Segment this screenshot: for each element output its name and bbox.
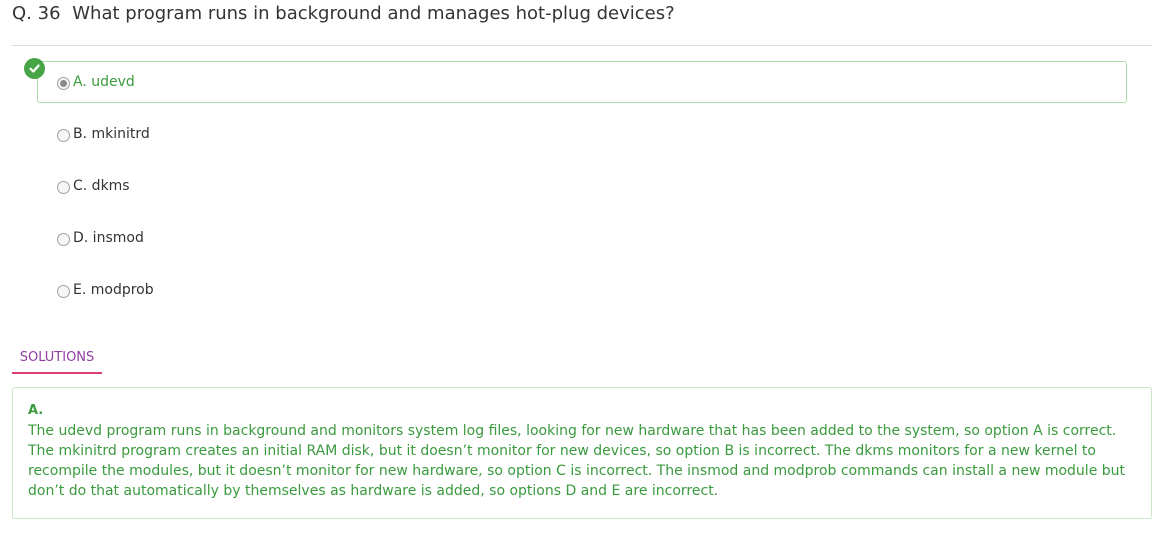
option-d[interactable]: D. insmod (37, 217, 1127, 259)
option-c[interactable]: C. dkms (37, 165, 1127, 207)
option-b-label: B. mkinitrd (73, 126, 150, 142)
option-e-label: E. modprob (73, 282, 154, 298)
solution-answer: A. (28, 403, 44, 418)
question-heading: Q. 36 What program runs in background an… (12, 3, 675, 24)
option-e[interactable]: E. modprob (37, 269, 1127, 311)
question-text: What program runs in background and mana… (72, 3, 675, 24)
solution-panel: A. The udevd program runs in background … (12, 387, 1152, 519)
solution-explanation: The udevd program runs in background and… (28, 423, 1126, 499)
answer-options: A. udevd B. mkinitrd C. dkms D. insmod E… (24, 58, 1127, 321)
question-number: Q. 36 (12, 3, 61, 24)
option-c-radio[interactable] (57, 180, 70, 194)
option-d-radio[interactable] (57, 232, 70, 246)
option-e-radio[interactable] (57, 284, 70, 298)
tab-solutions[interactable]: SOLUTIONS (12, 348, 102, 374)
question-divider (12, 45, 1152, 46)
option-b[interactable]: B. mkinitrd (37, 113, 1127, 155)
quiz-page: Q. 36 What program runs in background an… (0, 0, 1172, 533)
check-circle-icon (24, 58, 45, 79)
option-a[interactable]: A. udevd (24, 58, 1127, 103)
option-b-radio[interactable] (57, 128, 70, 142)
option-d-label: D. insmod (73, 230, 144, 246)
option-a-label: A. udevd (73, 74, 135, 90)
option-c-label: C. dkms (73, 178, 130, 194)
option-a-radio[interactable] (57, 76, 70, 90)
